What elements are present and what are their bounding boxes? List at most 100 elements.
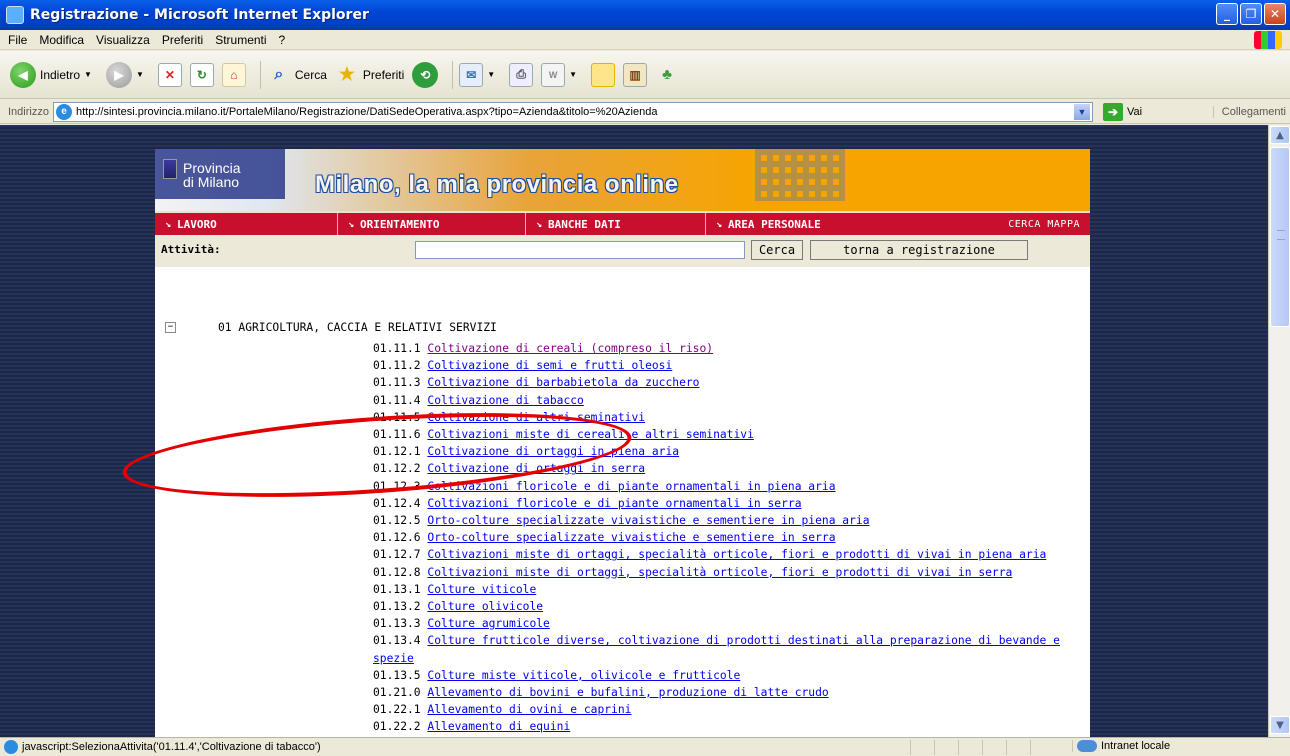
activity-link[interactable]: Coltivazioni miste di cereali e altri se… bbox=[427, 428, 753, 441]
address-input[interactable]: e http://sintesi.provincia.milano.it/Por… bbox=[52, 101, 1093, 122]
star-icon: ★ bbox=[338, 64, 355, 84]
nav-banche-dati[interactable]: ↘ BANCHE DATI bbox=[525, 213, 705, 235]
address-dropdown-icon[interactable]: ▼ bbox=[1072, 102, 1091, 121]
tree-item: 01.12.2 Coltivazione di ortaggi in serra bbox=[373, 460, 1083, 477]
activity-link[interactable]: Orto-colture specializzate vivaistiche e… bbox=[427, 531, 835, 544]
activity-code: 01.12.7 bbox=[373, 548, 421, 562]
address-label: Indirizzo bbox=[8, 105, 49, 118]
activity-link[interactable]: Allevamento di equini bbox=[427, 720, 570, 733]
favorites-button[interactable]: ★ Preferiti bbox=[335, 63, 404, 87]
links-toolbar[interactable]: Collegamenti bbox=[1212, 105, 1286, 118]
minimize-button[interactable]: _ bbox=[1216, 3, 1238, 25]
edit-dropdown-icon[interactable]: ▼ bbox=[569, 70, 577, 79]
stop-button[interactable]: ✕ bbox=[157, 62, 182, 87]
tree-item: 01.12.6 Orto-colture specializzate vivai… bbox=[373, 529, 1083, 546]
nav-orientamento[interactable]: ↘ ORIENTAMENTO bbox=[337, 213, 525, 235]
tree-item: 01.13.3 Colture agrumicole bbox=[373, 615, 1083, 632]
activity-code: 01.11.2 bbox=[373, 359, 421, 373]
tree-item: 01.11.3 Coltivazione di barbabietola da … bbox=[373, 374, 1083, 391]
forward-dropdown-icon[interactable]: ▼ bbox=[136, 70, 144, 79]
close-button[interactable]: ✕ bbox=[1264, 3, 1286, 25]
forward-button[interactable]: ▶ ▼ bbox=[105, 61, 150, 88]
back-label: Indietro bbox=[40, 67, 81, 82]
tree-item: 01.11.4 Coltivazione di tabacco bbox=[373, 392, 1083, 409]
activity-code: 01.11.3 bbox=[373, 376, 421, 390]
edit-button[interactable]: W ▼ bbox=[541, 62, 583, 87]
search-icon: ⌕ bbox=[274, 65, 284, 83]
activity-link[interactable]: Coltivazione di cereali (compreso il ris… bbox=[427, 342, 713, 355]
activity-link[interactable]: Colture frutticole diverse, coltivazione… bbox=[373, 634, 1060, 664]
activity-link[interactable]: Allevamento di ovini e caprini bbox=[427, 703, 631, 716]
back-button[interactable]: ◀ Indietro ▼ bbox=[10, 61, 98, 88]
activity-link[interactable]: Coltivazioni miste di ortaggi, specialit… bbox=[427, 566, 1012, 579]
nav-arrow-icon: ↘ bbox=[165, 218, 172, 230]
activity-link[interactable]: Colture agrumicole bbox=[427, 617, 549, 630]
nav-lavoro[interactable]: ↘ LAVORO bbox=[155, 213, 337, 235]
toolbar-separator bbox=[452, 60, 454, 89]
address-url: http://sintesi.provincia.milano.it/Porta… bbox=[75, 105, 658, 118]
status-bar: javascript:SelezionaAttivita('01.11.4','… bbox=[0, 737, 1290, 756]
activity-search-input[interactable] bbox=[415, 241, 745, 259]
refresh-button[interactable]: ↻ bbox=[189, 62, 214, 87]
activity-link[interactable]: Coltivazione di tabacco bbox=[427, 394, 583, 407]
menu-modifica[interactable]: Modifica bbox=[39, 33, 84, 47]
window-title: Registrazione - Microsoft Internet Explo… bbox=[30, 7, 369, 23]
province-logo[interactable]: Provincia di Milano bbox=[183, 161, 241, 189]
menu-help[interactable]: ? bbox=[279, 33, 286, 47]
status-panel bbox=[1006, 740, 1030, 755]
back-to-registration-button[interactable]: torna a registrazione bbox=[810, 240, 1028, 260]
search-button[interactable]: ⌕ Cerca bbox=[267, 63, 327, 87]
tree-items: 01.11.1 Coltivazione di cereali (compres… bbox=[373, 340, 1083, 737]
back-dropdown-icon[interactable]: ▼ bbox=[84, 70, 92, 79]
menu-visualizza[interactable]: Visualizza bbox=[96, 33, 150, 47]
discuss-button[interactable] bbox=[591, 62, 616, 87]
go-button[interactable]: ➔ Vai bbox=[1102, 102, 1142, 121]
nav-area-personale[interactable]: ↘ AREA PERSONALE bbox=[705, 213, 905, 235]
activity-link[interactable]: Coltivazione di ortaggi in piena aria bbox=[427, 445, 679, 458]
collapse-icon[interactable]: − bbox=[165, 322, 176, 333]
tree-item: 01.13.4 Colture frutticole diverse, colt… bbox=[373, 632, 1083, 666]
banner-decoration bbox=[755, 149, 845, 201]
activity-link[interactable]: Allevamento di bovini e bufalini, produz… bbox=[427, 686, 828, 699]
activity-link[interactable]: Coltivazione di ortaggi in serra bbox=[427, 462, 645, 475]
restore-button[interactable]: ❐ bbox=[1240, 3, 1262, 25]
vertical-scrollbar[interactable]: ▲ ▼ bbox=[1268, 125, 1290, 737]
activity-code: 01.12.6 bbox=[373, 531, 421, 545]
scroll-down-icon[interactable]: ▼ bbox=[1270, 716, 1290, 734]
nav-label: ORIENTAMENTO bbox=[360, 217, 440, 231]
history-button[interactable]: ⟲ bbox=[412, 61, 439, 88]
ie-app-icon bbox=[6, 6, 24, 24]
tree-item: 01.21.0 Allevamento di bovini e bufalini… bbox=[373, 684, 1083, 701]
activity-link[interactable]: Coltivazioni floricole e di piante ornam… bbox=[427, 480, 835, 493]
scroll-thumb[interactable] bbox=[1270, 147, 1290, 327]
activity-link[interactable]: Orto-colture specializzate vivaistiche e… bbox=[427, 514, 869, 527]
scroll-up-icon[interactable]: ▲ bbox=[1270, 126, 1290, 144]
window-titlebar[interactable]: Registrazione - Microsoft Internet Explo… bbox=[0, 0, 1290, 30]
activity-tree: − 01 AGRICOLTURA, CACCIA E RELATIVI SERV… bbox=[155, 267, 1090, 737]
page-content: Provincia di Milano Milano, la mia provi… bbox=[155, 149, 1090, 737]
activity-link[interactable]: Coltivazioni miste di ortaggi, specialit… bbox=[427, 548, 1046, 561]
activity-link[interactable]: Coltivazione di semi e frutti oleosi bbox=[427, 359, 672, 372]
search-button[interactable]: Cerca bbox=[751, 240, 803, 260]
menu-file[interactable]: File bbox=[8, 33, 27, 47]
activity-link[interactable]: Colture miste viticole, olivicole e frut… bbox=[427, 669, 740, 682]
nav-search-map[interactable]: CERCA MAPPA bbox=[1008, 219, 1080, 230]
mail-dropdown-icon[interactable]: ▼ bbox=[487, 70, 495, 79]
print-button[interactable]: ⎙ bbox=[509, 62, 534, 87]
activity-link[interactable]: Colture viticole bbox=[427, 583, 536, 596]
activity-link[interactable]: Coltivazioni floricole e di piante ornam… bbox=[427, 497, 801, 510]
activity-link[interactable]: Coltivazione di altri seminativi bbox=[427, 411, 645, 424]
mail-button[interactable]: ✉ ▼ bbox=[459, 62, 501, 87]
research-button[interactable]: ▥ bbox=[623, 62, 648, 87]
tree-item: 01.11.6 Coltivazioni miste di cereali e … bbox=[373, 426, 1083, 443]
home-button[interactable]: ⌂ bbox=[221, 62, 246, 87]
activity-link[interactable]: Coltivazione di barbabietola da zucchero bbox=[427, 376, 699, 389]
zone-label: Intranet locale bbox=[1101, 740, 1171, 752]
menu-preferiti[interactable]: Preferiti bbox=[162, 33, 203, 47]
address-bar: Indirizzo e http://sintesi.provincia.mil… bbox=[0, 100, 1290, 124]
messenger-button[interactable]: ♣ bbox=[655, 63, 679, 87]
security-zone[interactable]: Intranet locale bbox=[1072, 740, 1170, 752]
activity-link[interactable]: Colture olivicole bbox=[427, 600, 543, 613]
activity-code: 01.12.3 bbox=[373, 479, 421, 493]
menu-strumenti[interactable]: Strumenti bbox=[215, 33, 266, 47]
